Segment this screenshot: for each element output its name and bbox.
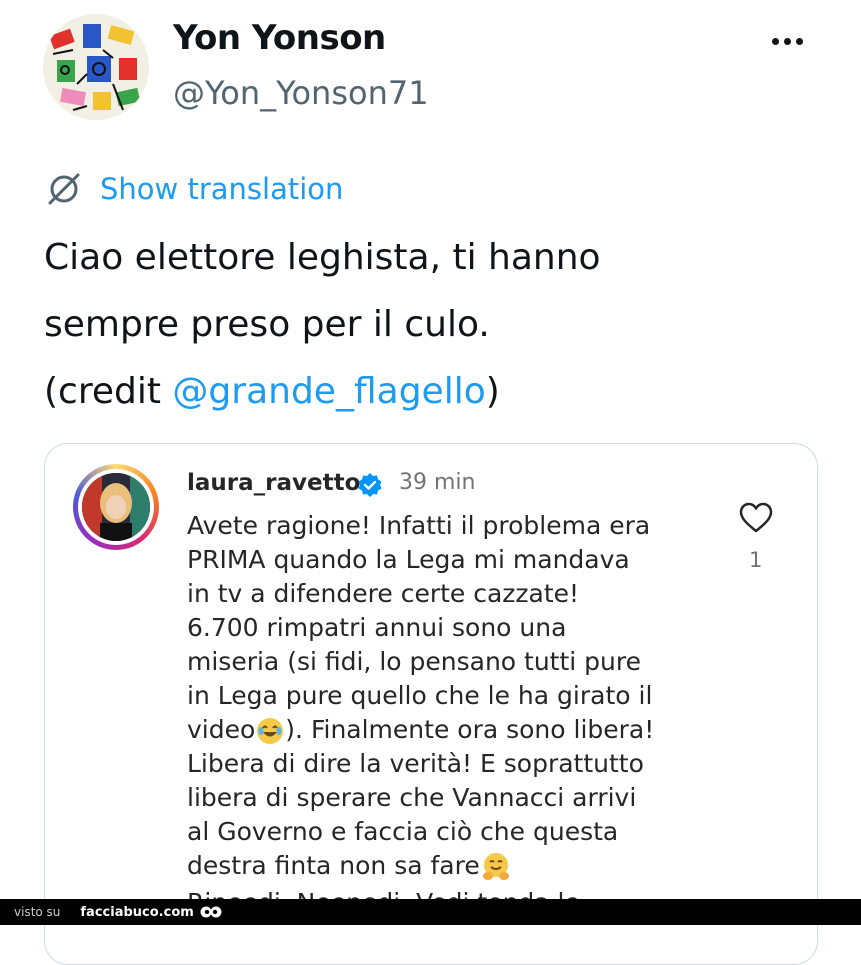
more-dot-icon (784, 38, 791, 45)
eyes-logo-icon (200, 906, 222, 918)
tweet-line: (credit @grande_flagello) (44, 358, 824, 425)
tweet-credit-suffix: ) (485, 371, 500, 412)
comment-line: in Lega pure quello che le ha girato il (187, 681, 653, 710)
comment-line: PRIMA quando la Lega mi mandava (187, 545, 630, 574)
comment-fragment: video (187, 715, 256, 744)
show-translation-button[interactable]: Show translation (44, 168, 343, 210)
more-options-button[interactable] (772, 30, 812, 50)
more-dot-icon (796, 38, 803, 45)
comment-line: video ). Finalmente ora sono libera! (187, 713, 727, 747)
commenter-avatar (73, 464, 159, 550)
comment-line: al Governo e faccia ciò che questa (187, 817, 619, 846)
comment-fragment: ). Finalmente ora sono libera! (285, 715, 655, 744)
author-name[interactable]: Yon Yonson (173, 18, 386, 58)
footer-brand: facciabuco.com (80, 904, 194, 920)
tweet-text: Ciao elettore leghista, ti hanno sempre … (44, 224, 824, 425)
comment-line: Avete ragione! Infatti il problema era (187, 511, 651, 540)
comment-time: 39 min (399, 470, 476, 495)
like-count: 1 (749, 548, 763, 572)
tweet-credit-prefix: (credit (44, 371, 173, 412)
like-heart-icon[interactable] (739, 502, 773, 534)
comment-line: miseria (si fidi, lo pensano tutti pure (187, 647, 642, 676)
more-dot-icon (772, 38, 779, 45)
author-avatar[interactable] (43, 14, 149, 120)
author-handle[interactable]: @Yon_Yonson71 (173, 74, 429, 112)
commenter-username: laura_ravetto (187, 470, 361, 496)
tweet-line: sempre preso per il culo. (44, 304, 490, 345)
comment-line: 6.700 rimpatri annui sono una (187, 613, 567, 642)
comment-line: destra finta non sa fare (187, 849, 727, 883)
comment-text: Avete ragione! Infatti il problema era P… (187, 509, 727, 883)
translate-icon (48, 173, 80, 205)
embedded-screenshot[interactable]: laura_ravetto 39 min Avete ragione! Infa… (44, 443, 818, 965)
laughing-emoji-icon (257, 718, 284, 744)
comment-line: Libera di dire la verità! E soprattutto (187, 749, 644, 778)
hugging-emoji-icon (482, 853, 509, 880)
mention-link[interactable]: @grande_flagello (172, 371, 485, 412)
watermark-footer: visto su facciabuco.com (0, 899, 861, 925)
visto-su-label: visto su (14, 905, 61, 919)
verified-badge-icon (358, 473, 382, 497)
comment-fragment: destra finta non sa fare (187, 851, 480, 880)
tweet-line: Ciao elettore leghista, ti hanno (44, 237, 601, 278)
comment-line: in tv a difendere certe cazzate! (187, 579, 580, 608)
show-translation-label: Show translation (100, 172, 344, 206)
comment-line: libera di sperare che Vannacci arrivi (187, 783, 637, 812)
